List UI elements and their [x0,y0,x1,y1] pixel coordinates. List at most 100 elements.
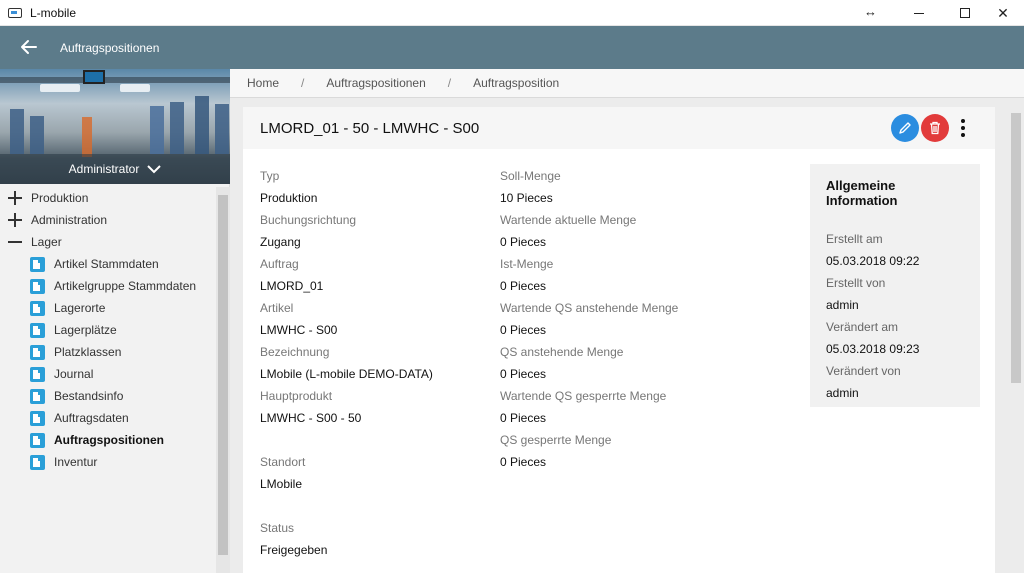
info-value-veraendert-am: 05.03.2018 09:23 [826,342,920,356]
minimize-button[interactable] [896,0,942,26]
sidebar-item-label: Platzklassen [54,345,122,359]
field-label-auftrag: Auftrag [260,257,299,271]
minus-icon [8,235,22,249]
field-value-ist-menge: 0 Pieces [500,279,547,293]
plus-icon [8,213,22,227]
document-icon [30,366,45,382]
document-icon [30,388,45,404]
general-info-panel: Allgemeine Information Erstellt am 05.03… [810,164,980,407]
sidebar-item-platzklassen[interactable]: Platzklassen [0,341,216,363]
sidebar-item-lagerorte[interactable]: Lagerorte [0,297,216,319]
field-label-bezeichnung: Bezeichnung [260,345,330,359]
breadcrumb-home[interactable]: Home [247,76,279,90]
sidebar-item-label: Auftragsdaten [54,411,129,425]
sidebar-item-auftragsdaten[interactable]: Auftragsdaten [0,407,216,429]
sidebar-item-label: Bestandsinfo [54,389,124,403]
info-value-erstellt-am: 05.03.2018 09:22 [826,254,920,268]
field-label-hauptprodukt: Hauptprodukt [260,389,333,403]
field-value-buchungsrichtung: Zugang [260,235,301,249]
field-label-soll-menge: Soll-Menge [500,169,561,183]
main-content: Home / Auftragspositionen / Auftragsposi… [230,69,1024,573]
field-value-wartende-qs-anstehende-menge: 0 Pieces [500,323,547,337]
main-scrollbar[interactable] [1008,98,1024,573]
sidebar-item-label: Artikel Stammdaten [54,257,159,271]
field-label-artikel: Artikel [260,301,294,315]
breadcrumb-current: Auftragsposition [473,76,560,90]
sidebar-group-label: Administration [31,213,108,227]
app-window-icon [8,7,22,18]
main-scrollbar-thumb[interactable] [1011,113,1021,383]
card-header: LMORD_01 - 50 - LMWHC - S00 [243,107,995,149]
field-label-wartende-qs-gesperrte-menge: Wartende QS gesperrte Menge [500,389,667,403]
minimize-icon [914,12,924,14]
sidebar-nav: Produktion Administration Lager Artikel … [0,187,216,473]
info-value-veraendert-von: admin [826,386,859,400]
field-value-typ: Produktion [260,191,318,205]
sidebar-group-produktion[interactable]: Produktion [0,187,216,209]
sidebar-group-lager[interactable]: Lager [0,231,216,253]
document-icon [30,256,45,272]
field-label-wartende-qs-anstehende-menge: Wartende QS anstehende Menge [500,301,679,315]
sidebar-item-inventur[interactable]: Inventur [0,451,216,473]
maximize-icon [960,8,970,18]
sidebar-item-artikel-stammdaten[interactable]: Artikel Stammdaten [0,253,216,275]
sidebar-item-auftragspositionen[interactable]: Auftragspositionen [0,429,216,451]
document-icon [30,322,45,338]
breadcrumb-separator: / [447,76,452,90]
pencil-icon [899,122,911,134]
sidebar-scrollbar-thumb[interactable] [218,195,228,555]
sidebar-item-journal[interactable]: Journal [0,363,216,385]
fields-column-left: Typ Produktion Buchungsrichtung Zugang A… [260,165,480,561]
document-icon [30,344,45,360]
info-value-erstellt-von: admin [826,298,859,312]
field-label-wartende-aktuelle-menge: Wartende aktuelle Menge [500,213,637,227]
page-title: Auftragspositionen [60,40,160,55]
sidebar-item-label: Auftragspositionen [54,433,164,447]
user-menu-toggle[interactable]: Administrator [0,154,230,184]
field-value-artikel: LMWHC - S00 [260,323,338,337]
sidebar-group-label: Produktion [31,191,89,205]
chevron-down-icon [147,165,162,174]
field-value-status: Freigegeben [260,543,328,557]
field-label-standort: Standort [260,455,306,469]
document-icon [30,300,45,316]
edit-button[interactable] [891,114,919,142]
sidebar-item-artikelgruppe-stammdaten[interactable]: Artikelgruppe Stammdaten [0,275,216,297]
back-arrow-icon[interactable] [20,38,40,58]
field-value-wartende-qs-gesperrte-menge: 0 Pieces [500,411,547,425]
sidebar-item-label: Artikelgruppe Stammdaten [54,279,197,293]
breadcrumb: Home / Auftragspositionen / Auftragsposi… [230,69,1024,98]
sidebar-group-label: Lager [31,235,62,249]
field-value-auftrag: LMORD_01 [260,279,324,293]
field-value-qs-anstehende-menge: 0 Pieces [500,367,547,381]
info-label-veraendert-am: Verändert am [826,320,899,334]
field-label-qs-gesperrte-menge: QS gesperrte Menge [500,433,612,447]
close-button[interactable]: ✕ [980,0,1024,26]
close-icon: ✕ [997,4,1009,21]
field-label-typ: Typ [260,169,280,183]
breadcrumb-separator: / [301,76,305,90]
info-label-erstellt-am: Erstellt am [826,232,883,246]
sidebar-scrollbar[interactable] [216,187,230,573]
window-titlebar: L-mobile ↔ ✕ [0,0,1024,26]
document-icon [30,278,45,294]
sidebar-item-label: Journal [54,367,94,381]
record-title: LMORD_01 - 50 - LMWHC - S00 [260,119,480,137]
sidebar-item-bestandsinfo[interactable]: Bestandsinfo [0,385,216,407]
sidebar: Administrator Produktion Administration … [0,69,230,573]
field-value-qs-gesperrte-menge: 0 Pieces [500,455,547,469]
more-options-icon[interactable] [959,119,967,137]
field-value-soll-menge: 10 Pieces [500,191,553,205]
field-value-bezeichnung: LMobile (L-mobile DEMO-DATA) [260,367,433,381]
field-value-hauptprodukt: LMWHC - S00 - 50 [260,411,362,425]
sidebar-hero-image: Administrator [0,69,230,184]
delete-button[interactable] [921,114,949,142]
field-value-standort: LMobile [260,477,303,491]
trash-icon [930,121,940,135]
sidebar-group-administration[interactable]: Administration [0,209,216,231]
general-info-title: Allgemeine Information [826,178,898,208]
breadcrumb-auftragspositionen[interactable]: Auftragspositionen [326,76,425,90]
sidebar-item-lagerplaetze[interactable]: Lagerplätze [0,319,216,341]
monitor-image [83,70,105,84]
info-label-veraendert-von: Verändert von [826,364,901,378]
